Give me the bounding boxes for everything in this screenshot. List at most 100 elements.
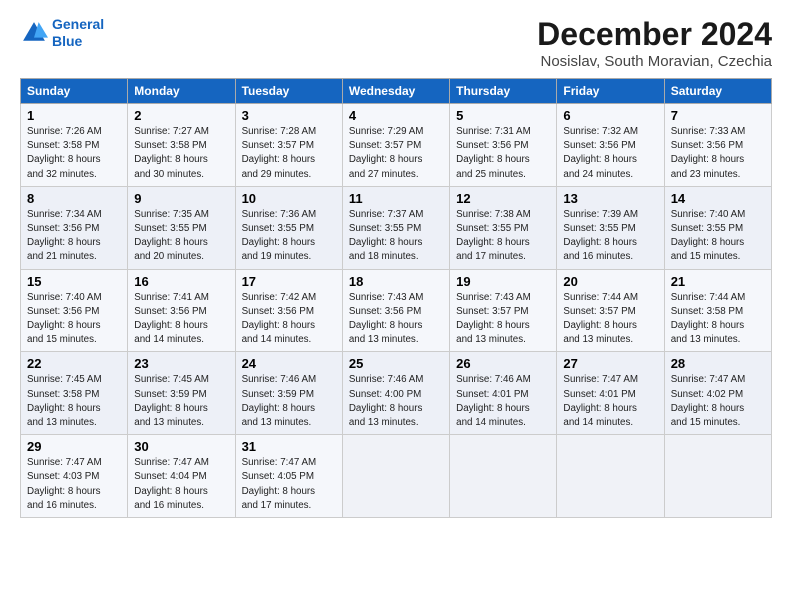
calendar-cell: 5 Sunrise: 7:31 AM Sunset: 3:56 PM Daylig… [450, 104, 557, 187]
calendar-cell: 29Sunrise: 7:47 AM Sunset: 4:03 PM Dayli… [21, 435, 128, 518]
day-info: Sunrise: 7:47 AM Sunset: 4:05 PM Dayligh… [242, 456, 336, 513]
header-wednesday: Wednesday [342, 79, 449, 104]
calendar-cell: 31Sunrise: 7:47 AM Sunset: 4:05 PM Dayli… [235, 435, 342, 518]
calendar-cell: 15Sunrise: 7:40 AM Sunset: 3:56 PM Dayli… [21, 269, 128, 352]
calendar-cell: 7 Sunrise: 7:33 AM Sunset: 3:56 PM Daylig… [664, 104, 771, 187]
day-info: Sunrise: 7:39 AM Sunset: 3:55 PM Dayligh… [563, 208, 657, 265]
calendar-table: SundayMondayTuesdayWednesdayThursdayFrid… [20, 78, 772, 518]
calendar-cell [664, 435, 771, 518]
calendar-cell [450, 435, 557, 518]
day-info: Sunrise: 7:28 AM Sunset: 3:57 PM Dayligh… [242, 125, 336, 182]
day-info: Sunrise: 7:27 AM Sunset: 3:58 PM Dayligh… [134, 125, 228, 182]
header-row: SundayMondayTuesdayWednesdayThursdayFrid… [21, 79, 772, 104]
week-row-0: 1 Sunrise: 7:26 AM Sunset: 3:58 PM Daylig… [21, 104, 772, 187]
day-info: Sunrise: 7:45 AM Sunset: 3:58 PM Dayligh… [27, 373, 121, 430]
calendar-cell: 14 Sunrise: 7:40 AM Sunset: 3:55 PM Dayli… [664, 186, 771, 269]
day-info: Sunrise: 7:47 AM Sunset: 4:01 PM Dayligh… [563, 373, 657, 430]
day-info: Sunrise: 7:43 AM Sunset: 3:57 PM Dayligh… [456, 291, 550, 348]
calendar-cell: 24Sunrise: 7:46 AM Sunset: 3:59 PM Dayli… [235, 352, 342, 435]
day-info: Sunrise: 7:44 AM Sunset: 3:57 PM Dayligh… [563, 291, 657, 348]
day-info: Sunrise: 7:35 AM Sunset: 3:55 PM Dayligh… [134, 208, 228, 265]
header-thursday: Thursday [450, 79, 557, 104]
header-sunday: Sunday [21, 79, 128, 104]
subtitle: Nosislav, South Moravian, Czechia [537, 53, 772, 70]
calendar-cell: 27Sunrise: 7:47 AM Sunset: 4:01 PM Dayli… [557, 352, 664, 435]
calendar-cell: 30Sunrise: 7:47 AM Sunset: 4:04 PM Dayli… [128, 435, 235, 518]
calendar-cell: 3Sunrise: 7:28 AM Sunset: 3:57 PM Daylig… [235, 104, 342, 187]
day-number: 16 [134, 274, 228, 289]
calendar-cell: 19Sunrise: 7:43 AM Sunset: 3:57 PM Dayli… [450, 269, 557, 352]
day-info: Sunrise: 7:33 AM Sunset: 3:56 PM Dayligh… [671, 125, 765, 182]
calendar-cell: 23 Sunrise: 7:45 AM Sunset: 3:59 PM Dayli… [128, 352, 235, 435]
day-number: 13 [563, 191, 657, 206]
day-number: 28 [671, 356, 765, 371]
logo-line1: General [52, 16, 104, 32]
calendar-cell: 4Sunrise: 7:29 AM Sunset: 3:57 PM Daylig… [342, 104, 449, 187]
day-number: 17 [242, 274, 336, 289]
day-info: Sunrise: 7:41 AM Sunset: 3:56 PM Dayligh… [134, 291, 228, 348]
day-number: 18 [349, 274, 443, 289]
day-number: 6 [563, 108, 657, 123]
day-number: 23 [134, 356, 228, 371]
calendar-cell: 11Sunrise: 7:37 AM Sunset: 3:55 PM Dayli… [342, 186, 449, 269]
day-number: 10 [242, 191, 336, 206]
day-number: 14 [671, 191, 765, 206]
day-info: Sunrise: 7:29 AM Sunset: 3:57 PM Dayligh… [349, 125, 443, 182]
day-info: Sunrise: 7:46 AM Sunset: 4:00 PM Dayligh… [349, 373, 443, 430]
day-number: 21 [671, 274, 765, 289]
day-info: Sunrise: 7:26 AM Sunset: 3:58 PM Dayligh… [27, 125, 121, 182]
calendar-cell: 25 Sunrise: 7:46 AM Sunset: 4:00 PM Dayli… [342, 352, 449, 435]
day-info: Sunrise: 7:44 AM Sunset: 3:58 PM Dayligh… [671, 291, 765, 348]
day-number: 5 [456, 108, 550, 123]
day-info: Sunrise: 7:47 AM Sunset: 4:03 PM Dayligh… [27, 456, 121, 513]
calendar-cell: 9 Sunrise: 7:35 AM Sunset: 3:55 PM Daylig… [128, 186, 235, 269]
week-row-3: 22 Sunrise: 7:45 AM Sunset: 3:58 PM Dayli… [21, 352, 772, 435]
header-area: General Blue December 2024 Nosislav, Sou… [20, 16, 772, 70]
calendar-cell [342, 435, 449, 518]
day-number: 9 [134, 191, 228, 206]
calendar-cell: 1 Sunrise: 7:26 AM Sunset: 3:58 PM Daylig… [21, 104, 128, 187]
week-row-1: 8Sunrise: 7:34 AM Sunset: 3:56 PM Daylig… [21, 186, 772, 269]
week-row-4: 29Sunrise: 7:47 AM Sunset: 4:03 PM Dayli… [21, 435, 772, 518]
week-row-2: 15Sunrise: 7:40 AM Sunset: 3:56 PM Dayli… [21, 269, 772, 352]
calendar-cell: 26 Sunrise: 7:46 AM Sunset: 4:01 PM Dayli… [450, 352, 557, 435]
logo-icon [20, 19, 48, 47]
day-number: 20 [563, 274, 657, 289]
day-info: Sunrise: 7:31 AM Sunset: 3:56 PM Dayligh… [456, 125, 550, 182]
header-tuesday: Tuesday [235, 79, 342, 104]
day-number: 7 [671, 108, 765, 123]
day-info: Sunrise: 7:46 AM Sunset: 4:01 PM Dayligh… [456, 373, 550, 430]
logo-line2: Blue [52, 33, 82, 49]
day-number: 30 [134, 439, 228, 454]
day-info: Sunrise: 7:34 AM Sunset: 3:56 PM Dayligh… [27, 208, 121, 265]
calendar-cell: 8Sunrise: 7:34 AM Sunset: 3:56 PM Daylig… [21, 186, 128, 269]
calendar-cell: 20 Sunrise: 7:44 AM Sunset: 3:57 PM Dayli… [557, 269, 664, 352]
day-info: Sunrise: 7:40 AM Sunset: 3:55 PM Dayligh… [671, 208, 765, 265]
header-monday: Monday [128, 79, 235, 104]
day-info: Sunrise: 7:32 AM Sunset: 3:56 PM Dayligh… [563, 125, 657, 182]
calendar-cell: 18Sunrise: 7:43 AM Sunset: 3:56 PM Dayli… [342, 269, 449, 352]
day-info: Sunrise: 7:37 AM Sunset: 3:55 PM Dayligh… [349, 208, 443, 265]
calendar-cell: 2 Sunrise: 7:27 AM Sunset: 3:58 PM Daylig… [128, 104, 235, 187]
day-number: 22 [27, 356, 121, 371]
day-info: Sunrise: 7:45 AM Sunset: 3:59 PM Dayligh… [134, 373, 228, 430]
header-friday: Friday [557, 79, 664, 104]
calendar-cell [557, 435, 664, 518]
calendar-cell: 13 Sunrise: 7:39 AM Sunset: 3:55 PM Dayli… [557, 186, 664, 269]
title-area: December 2024 Nosislav, South Moravian, … [537, 16, 772, 70]
header-saturday: Saturday [664, 79, 771, 104]
day-info: Sunrise: 7:38 AM Sunset: 3:55 PM Dayligh… [456, 208, 550, 265]
calendar-cell: 17 Sunrise: 7:42 AM Sunset: 3:56 PM Dayli… [235, 269, 342, 352]
day-number: 24 [242, 356, 336, 371]
calendar-cell: 10Sunrise: 7:36 AM Sunset: 3:55 PM Dayli… [235, 186, 342, 269]
calendar-cell: 16 Sunrise: 7:41 AM Sunset: 3:56 PM Dayli… [128, 269, 235, 352]
calendar-cell: 21 Sunrise: 7:44 AM Sunset: 3:58 PM Dayli… [664, 269, 771, 352]
calendar-cell: 28 Sunrise: 7:47 AM Sunset: 4:02 PM Dayli… [664, 352, 771, 435]
day-number: 26 [456, 356, 550, 371]
day-number: 25 [349, 356, 443, 371]
day-info: Sunrise: 7:47 AM Sunset: 4:02 PM Dayligh… [671, 373, 765, 430]
day-number: 2 [134, 108, 228, 123]
day-number: 1 [27, 108, 121, 123]
page: General Blue December 2024 Nosislav, Sou… [0, 0, 792, 528]
day-info: Sunrise: 7:42 AM Sunset: 3:56 PM Dayligh… [242, 291, 336, 348]
